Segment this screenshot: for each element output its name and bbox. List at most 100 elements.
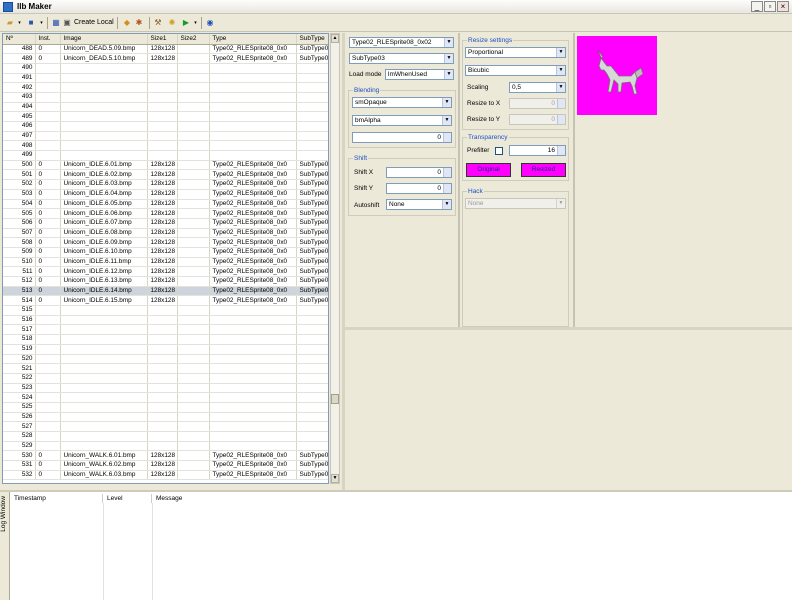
grid-cell-col-size1[interactable]: 128x128 xyxy=(147,160,178,171)
grid-cell-col-instance[interactable]: 0 xyxy=(35,247,61,258)
grid-cell-col-index[interactable]: 489 xyxy=(3,53,36,64)
table-row[interactable]: 530 0 Unicorn_WALK.6.01.bmp 128x128 Type02_R… xyxy=(3,450,328,462)
hack-dropdown[interactable]: None ▼ xyxy=(465,198,566,209)
grid-cell-col-size1[interactable]: 128x128 xyxy=(147,295,178,307)
grid-cell-col-size2[interactable] xyxy=(177,354,210,365)
grid-header-col-instance[interactable]: Inst. xyxy=(35,34,61,45)
grid-cell-col-type[interactable]: Type02_RLESprite08_0x0 xyxy=(209,44,297,55)
grid-cell-col-type[interactable] xyxy=(209,402,297,413)
grid-cell-col-type[interactable]: Type02_RLESprite08_0x0 xyxy=(209,189,297,200)
grid-cell-col-image[interactable]: Unicorn_WALK.6.02.bmp xyxy=(60,460,148,471)
grid-cell-col-index[interactable]: 507 xyxy=(3,228,36,239)
grid-cell-col-type[interactable]: Type02_RLESprite08_0x0 xyxy=(209,295,297,307)
grid-cell-col-index[interactable]: 520 xyxy=(3,354,36,365)
scroll-thumb[interactable] xyxy=(331,394,339,404)
grid-cell-col-index[interactable]: 501 xyxy=(3,169,36,181)
grid-header-col-size2[interactable]: Size2 xyxy=(177,34,210,45)
help-icon[interactable]: ◉ xyxy=(204,17,216,29)
grid-cell-col-image[interactable]: Unicorn_WALK.6.03.bmp xyxy=(60,470,148,481)
table-row[interactable]: 491 xyxy=(3,73,328,84)
grid-cell-col-size2[interactable] xyxy=(177,402,210,413)
grid-cell-col-instance[interactable]: 0 xyxy=(35,450,61,462)
grid-header-col-size1[interactable]: Size1 xyxy=(147,34,178,45)
grid-cell-col-subtype[interactable] xyxy=(296,363,328,374)
grid-cell-col-size2[interactable] xyxy=(177,295,210,307)
grid-cell-col-type[interactable] xyxy=(209,421,297,432)
grid-cell-col-subtype[interactable] xyxy=(296,402,328,413)
grid-cell-col-size1[interactable]: 128x128 xyxy=(147,218,178,229)
grid-cell-col-size2[interactable] xyxy=(177,412,210,423)
grid-cell-col-type[interactable] xyxy=(209,334,297,345)
grid-cell-col-subtype[interactable]: SubType0 xyxy=(296,286,328,297)
table-row[interactable]: 510 0 Unicorn_IDLE.6.11.bmp 128x128 Type02_R… xyxy=(3,257,328,268)
open-dropdown-arrow[interactable]: ▾ xyxy=(16,17,23,29)
grid-cell-col-instance[interactable]: 0 xyxy=(35,295,61,307)
grid-cell-col-index[interactable]: 529 xyxy=(3,441,36,452)
grid-cell-col-image[interactable]: Unicorn_IDLE.6.02.bmp xyxy=(60,169,148,181)
grid-cell-col-image[interactable] xyxy=(60,363,148,374)
grid-cell-col-size2[interactable] xyxy=(177,286,210,297)
grid-cell-col-subtype[interactable] xyxy=(296,354,328,365)
scroll-down-arrow[interactable]: ▼ xyxy=(331,474,339,483)
grid-cell-col-size1[interactable]: 128x128 xyxy=(147,208,178,219)
grid-cell-col-instance[interactable] xyxy=(35,402,61,413)
grid-cell-col-instance[interactable] xyxy=(35,392,61,403)
grid-cell-col-type[interactable]: Type02_RLESprite08_0x0 xyxy=(209,470,297,481)
grid-cell-col-size2[interactable] xyxy=(177,179,210,190)
grid-cell-col-instance[interactable] xyxy=(35,344,61,355)
grid-cell-col-instance[interactable] xyxy=(35,354,61,365)
grid-cell-col-subtype[interactable]: SubType0 xyxy=(296,179,328,190)
grid-cell-col-size2[interactable] xyxy=(177,363,210,374)
grid-cell-col-image[interactable] xyxy=(60,150,148,161)
grid-cell-col-size1[interactable]: 128x128 xyxy=(147,44,178,55)
grid-cell-col-size1[interactable] xyxy=(147,121,178,132)
grid-cell-col-size1[interactable] xyxy=(147,363,178,374)
grid-cell-col-index[interactable]: 515 xyxy=(3,305,36,316)
grid-cell-col-subtype[interactable] xyxy=(296,102,328,113)
grid-cell-col-image[interactable] xyxy=(60,92,148,103)
table-row[interactable]: 511 0 Unicorn_IDLE.6.12.bmp 128x128 Type02_R… xyxy=(3,266,328,277)
grid-cell-col-instance[interactable] xyxy=(35,315,61,326)
grid-cell-col-subtype[interactable] xyxy=(296,315,328,326)
grid-cell-col-size1[interactable] xyxy=(147,334,178,345)
grid-cell-col-index[interactable]: 532 xyxy=(3,470,36,481)
grid-cell-col-size2[interactable] xyxy=(177,53,210,64)
grid-cell-col-size1[interactable] xyxy=(147,140,178,152)
table-row[interactable]: 529 xyxy=(3,441,328,452)
grid-header-col-image[interactable]: Image xyxy=(60,34,148,45)
grid-cell-col-image[interactable] xyxy=(60,441,148,452)
grid-cell-col-type[interactable] xyxy=(209,102,297,113)
grid-cell-col-index[interactable]: 527 xyxy=(3,421,36,432)
grid-cell-col-instance[interactable] xyxy=(35,363,61,374)
grid-cell-col-image[interactable] xyxy=(60,344,148,355)
splitter-horizontal[interactable] xyxy=(345,327,792,330)
grid-cell-col-size2[interactable] xyxy=(177,315,210,326)
grid-cell-col-subtype[interactable]: SubType0 xyxy=(296,276,328,287)
grid-cell-col-image[interactable]: Unicorn_DEAD.5.10.bmp xyxy=(60,53,148,64)
grid-cell-col-subtype[interactable] xyxy=(296,63,328,74)
autoshift-dropdown[interactable]: None ▼ xyxy=(386,199,452,210)
grid-cell-col-type[interactable]: Type02_RLESprite08_0x0 xyxy=(209,228,297,239)
grid-cell-col-index[interactable]: 530 xyxy=(3,450,36,462)
grid-cell-col-type[interactable] xyxy=(209,140,297,152)
grid-cell-col-size2[interactable] xyxy=(177,228,210,239)
load-mode-dropdown[interactable]: lmWhenUsed ▼ xyxy=(385,69,454,80)
grid-cell-col-type[interactable] xyxy=(209,315,297,326)
grid-cell-col-image[interactable]: Unicorn_IDLE.6.08.bmp xyxy=(60,228,148,239)
grid-cell-col-instance[interactable]: 0 xyxy=(35,179,61,190)
grid-cell-col-size1[interactable] xyxy=(147,354,178,365)
grid-cell-col-index[interactable]: 508 xyxy=(3,237,36,248)
spin-icon[interactable] xyxy=(557,146,565,155)
open-folder-icon[interactable]: ▰ xyxy=(4,17,16,29)
grid-cell-col-instance[interactable]: 0 xyxy=(35,160,61,171)
grid-cell-col-size1[interactable]: 128x128 xyxy=(147,169,178,181)
grid-cell-col-type[interactable] xyxy=(209,92,297,103)
grid-cell-col-size1[interactable] xyxy=(147,73,178,84)
table-row[interactable]: 501 0 Unicorn_IDLE.6.02.bmp 128x128 Type02_R… xyxy=(3,169,328,181)
grid-cell-col-type[interactable] xyxy=(209,150,297,161)
grid-cell-col-index[interactable]: 528 xyxy=(3,431,36,442)
grid-cell-col-image[interactable]: Unicorn_IDLE.6.04.bmp xyxy=(60,189,148,200)
grid-cell-col-index[interactable]: 490 xyxy=(3,63,36,74)
grid-cell-col-index[interactable]: 512 xyxy=(3,276,36,287)
grid-cell-col-size2[interactable] xyxy=(177,344,210,355)
